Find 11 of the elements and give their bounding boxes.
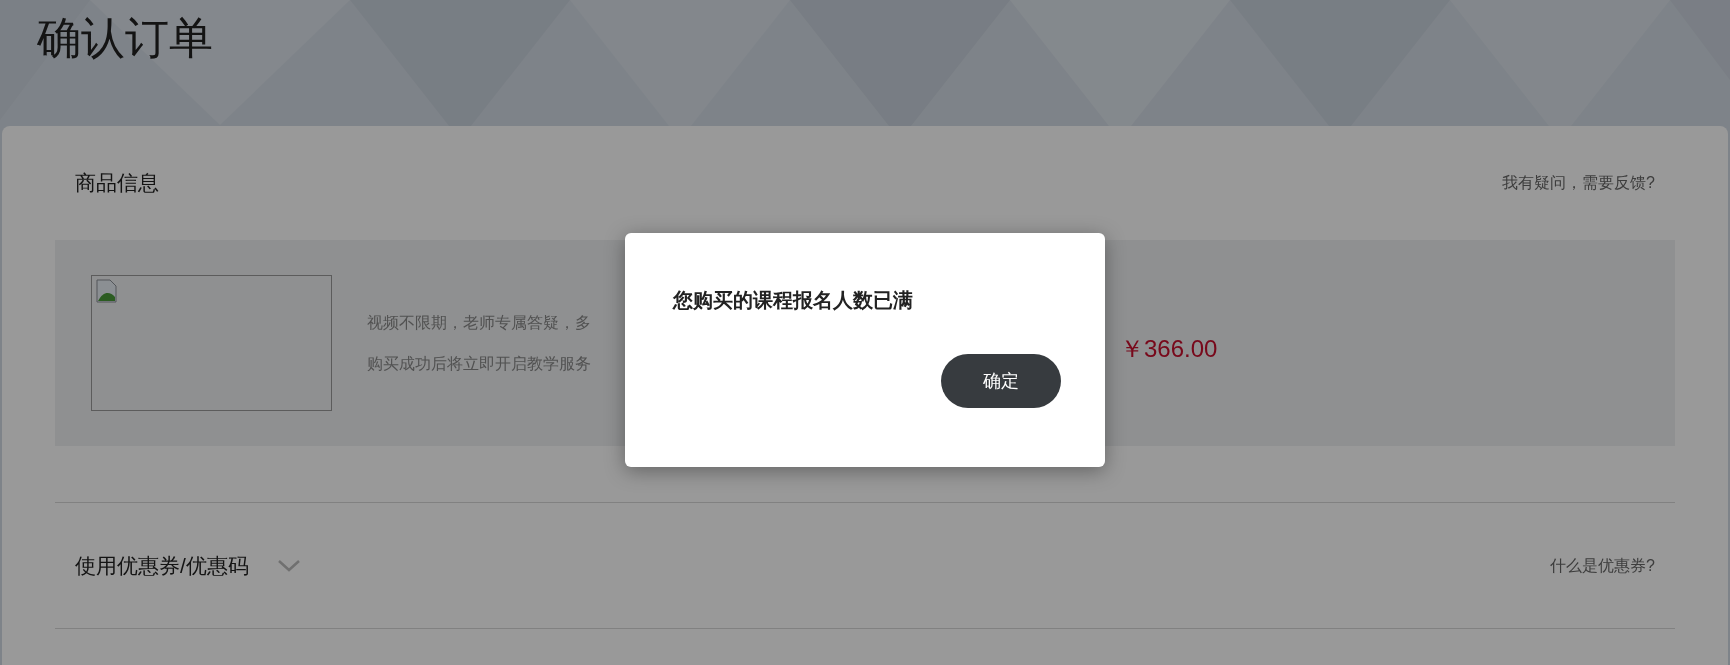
coupon-toggle[interactable]: 使用优惠券/优惠码: [75, 549, 301, 582]
help-link[interactable]: 什么是优惠券?: [1550, 553, 1655, 578]
confirm-button[interactable]: 确定: [941, 354, 1061, 408]
product-description: 购买成功后将立即开启教学服务: [367, 353, 592, 374]
feedback-link[interactable]: 我有疑问，需要反馈?: [1502, 171, 1655, 195]
price: ￥366.00: [1120, 334, 1218, 364]
broken-image-icon: [95, 279, 119, 303]
dialog-message: 您购买的课程报名人数已满: [673, 288, 914, 313]
section-heading: 商品信息: [75, 170, 159, 197]
product-description: 视频不限期，老师专属答疑，多: [367, 312, 592, 333]
page-title: 确认订单: [37, 12, 213, 64]
